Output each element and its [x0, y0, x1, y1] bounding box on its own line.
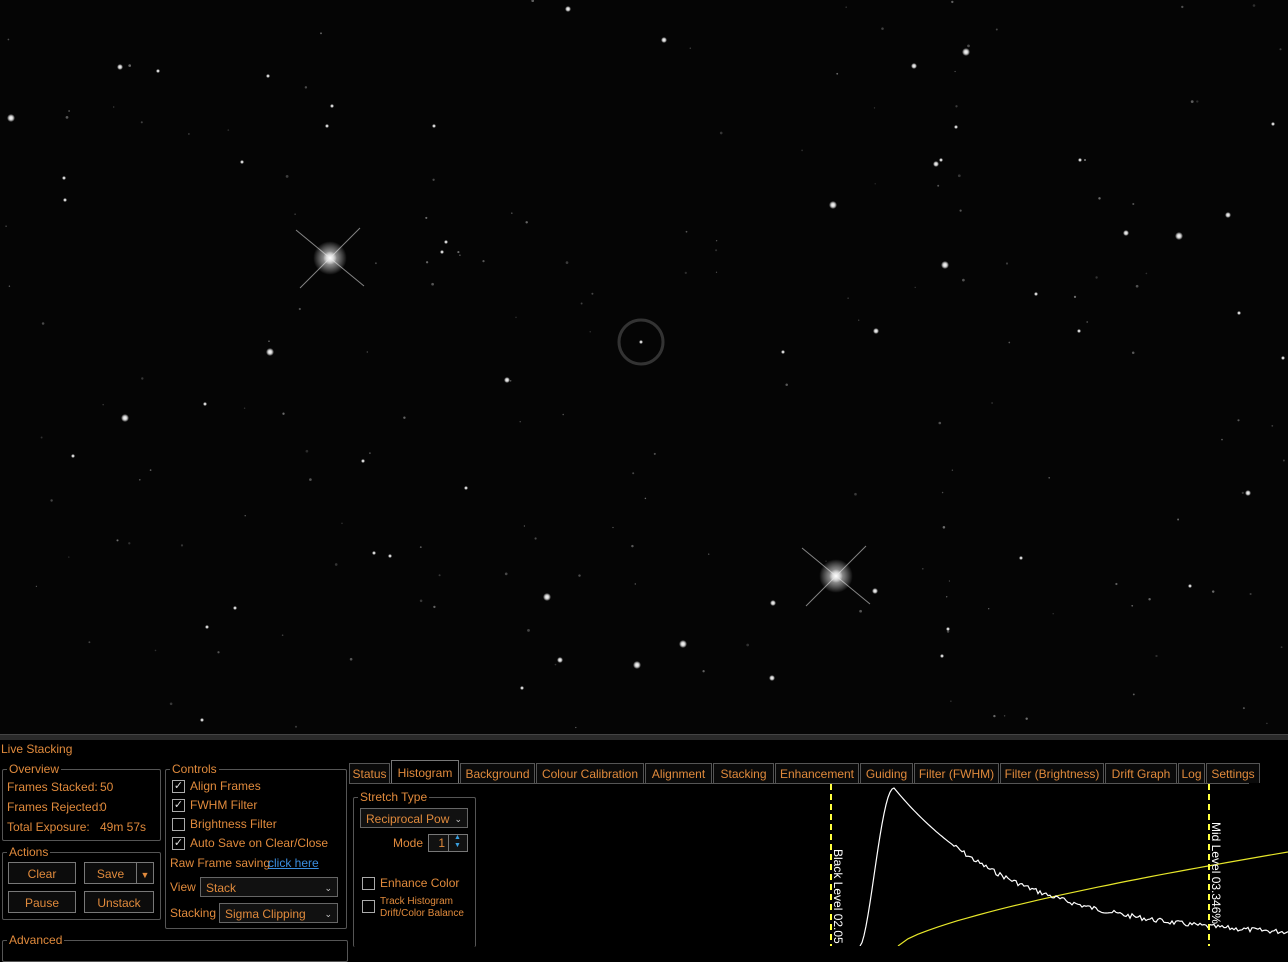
histogram-display[interactable]: Black Level 02.05 Mid Level 03.346%: [480, 784, 1288, 947]
stacking-select-value: Sigma Clipping: [225, 907, 306, 921]
tab-filter-brightness[interactable]: Filter (Brightness): [1000, 763, 1104, 783]
stacking-label: Stacking: [170, 906, 217, 920]
raw-frame-label: Raw Frame saving: [170, 856, 271, 870]
fwhm-filter-label: FWHM Filter: [190, 798, 258, 812]
tab-drift-graph[interactable]: Drift Graph: [1105, 763, 1177, 783]
stretch-type-group: Stretch Type Reciprocal Pow ⌄ Mode 1 ▲ ▼ …: [353, 790, 476, 947]
save-dropdown-button[interactable]: ▼: [136, 862, 154, 884]
track-histogram-label: Track Histogram Drift/Color Balance: [380, 896, 464, 920]
mode-stepper[interactable]: 1 ▲ ▼: [428, 834, 468, 852]
frames-rejected-label: Frames Rejected:: [7, 800, 102, 814]
fwhm-filter-checkbox[interactable]: ✓: [172, 799, 185, 812]
brightness-filter-label: Brightness Filter: [190, 817, 277, 831]
chevron-down-icon: ⌄: [324, 909, 332, 919]
spin-arrows-icon[interactable]: ▲ ▼: [448, 834, 466, 852]
star-field: [5, 0, 1285, 729]
track-histogram-line2: Drift/Color Balance: [380, 908, 464, 919]
tab-log[interactable]: Log: [1178, 763, 1205, 783]
tab-status[interactable]: Status: [349, 763, 390, 783]
brightness-filter-checkbox[interactable]: [172, 818, 185, 831]
total-exposure-value: 49m 57s: [100, 820, 147, 834]
align-frames-label: Align Frames: [190, 779, 261, 793]
tab-enhancement[interactable]: Enhancement: [775, 763, 859, 783]
tab-alignment[interactable]: Alignment: [645, 763, 712, 783]
advanced-legend: Advanced: [7, 933, 65, 947]
frames-stacked-value: 50: [100, 780, 114, 794]
enhance-color-checkbox[interactable]: [362, 877, 375, 890]
chevron-down-icon: ⌄: [324, 883, 332, 893]
raw-frame-link[interactable]: click here: [268, 856, 319, 870]
chevron-down-icon: ▼: [140, 870, 150, 880]
panel-title: Live Stacking: [1, 742, 73, 756]
stacked-image-view[interactable]: [0, 0, 1288, 734]
auto-save-checkbox[interactable]: ✓: [172, 837, 185, 850]
view-select-value: Stack: [206, 881, 237, 895]
actions-legend: Actions: [7, 845, 51, 859]
actions-group: Actions Clear Save ▼ Pause Unstack: [2, 845, 161, 920]
pause-button[interactable]: Pause: [8, 891, 76, 913]
auto-save-label: Auto Save on Clear/Close: [190, 836, 329, 850]
stacking-select[interactable]: Sigma Clipping ⌄: [219, 903, 338, 923]
histogram-chart: Black Level 02.05 Mid Level 03.346%: [830, 784, 1288, 947]
tab-guiding[interactable]: Guiding: [860, 763, 913, 783]
view-label: View: [170, 880, 196, 894]
align-frames-checkbox[interactable]: ✓: [172, 780, 185, 793]
frames-rejected-value: 0: [100, 800, 107, 814]
view-select[interactable]: Stack ⌄: [200, 877, 338, 897]
overview-legend: Overview: [7, 762, 62, 776]
mid-level-text: Mid Level 03.346%: [1209, 822, 1223, 924]
overview-group: Overview Frames Stacked: 50 Frames Rejec…: [2, 762, 161, 841]
live-stacking-panel: Live Stacking Overview Frames Stacked: 5…: [0, 740, 1288, 962]
chevron-down-icon: ⌄: [452, 809, 462, 827]
black-level-text: Black Level 02.05: [831, 849, 845, 944]
tab-filter-fwhm[interactable]: Filter (FWHM): [914, 763, 999, 783]
save-button[interactable]: Save: [84, 862, 136, 884]
track-histogram-checkbox[interactable]: [362, 900, 375, 913]
controls-group: Controls ✓ Align Frames ✓ FWHM Filter Br…: [165, 762, 347, 929]
tab-histogram[interactable]: Histogram: [391, 760, 459, 784]
unstack-button[interactable]: Unstack: [84, 891, 154, 913]
stretch-type-select[interactable]: Reciprocal Pow ⌄: [360, 808, 468, 828]
stretch-curve: [897, 851, 1288, 947]
stretch-type-legend: Stretch Type: [358, 790, 430, 804]
enhance-color-label: Enhance Color: [380, 876, 460, 890]
advanced-group[interactable]: Advanced: [2, 933, 348, 962]
clear-button[interactable]: Clear: [8, 862, 76, 884]
track-histogram-line1: Track Histogram: [380, 896, 453, 907]
tab-settings[interactable]: Settings: [1206, 763, 1260, 783]
total-exposure-label: Total Exposure:: [7, 820, 90, 834]
frames-stacked-label: Frames Stacked:: [7, 780, 98, 794]
tab-colour-calibration[interactable]: Colour Calibration: [536, 763, 644, 783]
controls-legend: Controls: [170, 762, 219, 776]
mode-label: Mode: [393, 836, 424, 850]
stretch-type-value: Reciprocal Pow: [366, 812, 450, 826]
mode-value: 1: [438, 836, 445, 850]
tab-stacking[interactable]: Stacking: [713, 763, 774, 783]
tab-background[interactable]: Background: [460, 763, 535, 783]
